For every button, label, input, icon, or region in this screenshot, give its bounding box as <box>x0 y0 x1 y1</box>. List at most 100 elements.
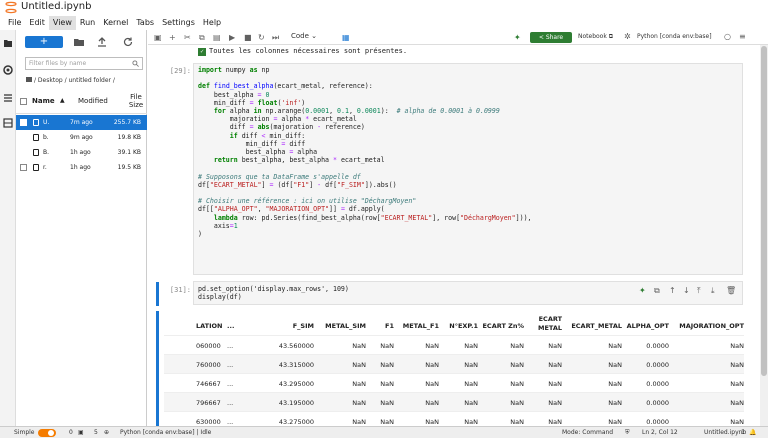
table-cell: NaN <box>548 418 562 426</box>
move-up-icon[interactable]: ↑ <box>669 286 676 295</box>
shield-icon: ⛨ <box>625 429 630 436</box>
cut-icon[interactable]: ✂ <box>184 33 191 42</box>
column-size[interactable]: File Size <box>125 93 147 109</box>
table-header: ALPHA_OPT <box>626 322 669 330</box>
document-title: Untitled.ipynb <box>21 1 92 12</box>
menu-kernel[interactable]: Kernel <box>99 16 132 30</box>
table-cell: 0.0000 <box>646 380 669 388</box>
table-cell: NaN <box>608 399 622 407</box>
jupyter-logo-icon <box>5 1 17 14</box>
status-file-name: Untitled.ipynb <box>704 429 747 436</box>
paste-icon[interactable]: ▤ <box>213 33 221 42</box>
breadcrumb-path: / Desktop / untitled folder / <box>34 77 115 84</box>
table-cell: NaN <box>548 361 562 369</box>
table-cell: NaN <box>510 342 524 350</box>
column-name[interactable]: Name <box>32 97 55 105</box>
extension-icon[interactable] <box>3 118 13 128</box>
menu-edit[interactable]: Edit <box>25 16 49 30</box>
duplicate-cell-icon[interactable]: ⧉ <box>654 286 660 296</box>
folder-icon[interactable] <box>3 38 13 48</box>
notebook-mode-label[interactable]: Notebook ⧉ <box>578 33 613 41</box>
menu-settings[interactable]: Settings <box>158 16 199 30</box>
save-icon[interactable]: ▣ <box>154 33 162 42</box>
file-icon <box>33 134 39 141</box>
refresh-icon[interactable] <box>122 36 134 48</box>
menu-view[interactable]: View <box>48 16 76 30</box>
file-row[interactable]: b. 9m ago 19.8 KB <box>16 130 147 145</box>
code-content: pd.set_option('display.max_rows', 109) d… <box>198 285 349 302</box>
filter-input[interactable]: Filter files by name <box>25 57 143 70</box>
column-modified[interactable]: Modified <box>78 97 108 105</box>
table-cell: 43.275000 <box>278 418 314 426</box>
select-all-checkbox[interactable] <box>20 98 27 105</box>
menu-help[interactable]: Help <box>199 16 225 30</box>
file-checkbox[interactable] <box>20 164 27 171</box>
chevron-down-icon: ⌄ <box>311 32 318 40</box>
new-launcher-button[interactable]: + <box>25 36 63 48</box>
table-row: 796667... 43.195000 NaN NaN NaN NaN NaN NaN NaN 0… <box>164 392 744 411</box>
terminal-icon[interactable]: ▣ <box>78 429 84 436</box>
restart-icon[interactable]: ↻ <box>258 33 265 42</box>
ai-sparkle-icon[interactable]: ✦ <box>639 286 646 295</box>
file-row[interactable]: U. 7m ago 255.7 KB <box>16 115 147 130</box>
file-modified: 1h ago <box>70 149 91 156</box>
cell-type-select[interactable]: Code ⌄ <box>291 32 317 40</box>
file-row[interactable]: r. 1h ago 19.5 KB <box>16 160 147 175</box>
table-of-contents-icon[interactable]: ▦ <box>342 33 350 42</box>
share-button[interactable]: < Share <box>530 32 572 43</box>
file-checkbox[interactable] <box>20 119 27 126</box>
add-cell-icon[interactable]: + <box>169 33 176 42</box>
file-row[interactable]: B. 1h ago 39.1 KB <box>16 145 147 160</box>
insert-below-icon[interactable]: ⤓ <box>711 286 715 296</box>
table-header: F_SIM <box>292 322 314 330</box>
kernel-status[interactable]: Python [conda env:base] | Idle <box>120 429 211 436</box>
menu-file[interactable]: File <box>4 16 25 30</box>
move-down-icon[interactable]: ↓ <box>683 286 690 295</box>
file-size: 19.5 KB <box>117 164 141 171</box>
table-header: LATION <box>196 322 223 330</box>
menu-bar: File Edit View Run Kernel Tabs Settings … <box>0 16 768 30</box>
delete-cell-icon[interactable]: 🗑 <box>726 286 736 295</box>
search-icon <box>132 60 139 67</box>
run-icon[interactable]: ▶ <box>229 33 235 42</box>
scrollbar-thumb[interactable] <box>761 46 767 376</box>
table-cell: NaN <box>608 361 622 369</box>
copy-icon[interactable]: ⧉ <box>199 33 205 42</box>
toc-icon[interactable] <box>3 93 13 103</box>
breadcrumb[interactable]: / Desktop / untitled folder / <box>26 77 115 84</box>
table-cell: 760000 <box>196 361 221 369</box>
insert-above-icon[interactable]: ⤒ <box>697 286 701 296</box>
kernel-icon[interactable]: ⊕ <box>104 429 109 436</box>
cell-prompt: [29]: <box>169 67 191 75</box>
debug-icon[interactable]: ✲ <box>624 32 631 41</box>
cursor-position[interactable]: Ln 2, Col 12 <box>642 429 678 436</box>
table-cell: ... <box>227 361 234 369</box>
table-cell: 746667 <box>196 380 221 388</box>
running-icon[interactable] <box>3 65 13 75</box>
share-icon: < <box>538 34 544 41</box>
file-modified: 7m ago <box>70 119 93 126</box>
file-name: b. <box>43 134 49 141</box>
table-cell: NaN <box>608 342 622 350</box>
menu-tabs[interactable]: Tabs <box>132 16 158 30</box>
table-cell: 43.560000 <box>278 342 314 350</box>
upload-icon[interactable] <box>96 36 108 48</box>
ai-sparkle-icon[interactable]: ✦ <box>514 33 521 42</box>
file-name: U. <box>43 119 50 126</box>
new-folder-icon[interactable] <box>73 36 85 48</box>
settings-icon[interactable]: ≡ <box>739 32 746 41</box>
table-cell: NaN <box>730 418 744 426</box>
stop-icon[interactable]: ■ <box>244 33 252 42</box>
output-collapser[interactable] <box>156 311 159 426</box>
menu-run[interactable]: Run <box>76 16 99 30</box>
table-cell: NaN <box>548 342 562 350</box>
kernel-count: 5 <box>94 429 98 436</box>
bell-icon[interactable]: 🔔 <box>749 429 756 436</box>
kernel-name[interactable]: Python [conda env:base] <box>637 33 712 40</box>
file-browser: + Filter files by name / Desktop / untit… <box>16 30 147 426</box>
run-all-icon[interactable]: ⏭ <box>272 33 279 42</box>
table-cell: NaN <box>548 380 562 388</box>
breadcrumb-folder-icon <box>26 77 32 82</box>
table-header: ECART METAL <box>537 315 562 332</box>
table-cell: 43.195000 <box>278 399 314 407</box>
